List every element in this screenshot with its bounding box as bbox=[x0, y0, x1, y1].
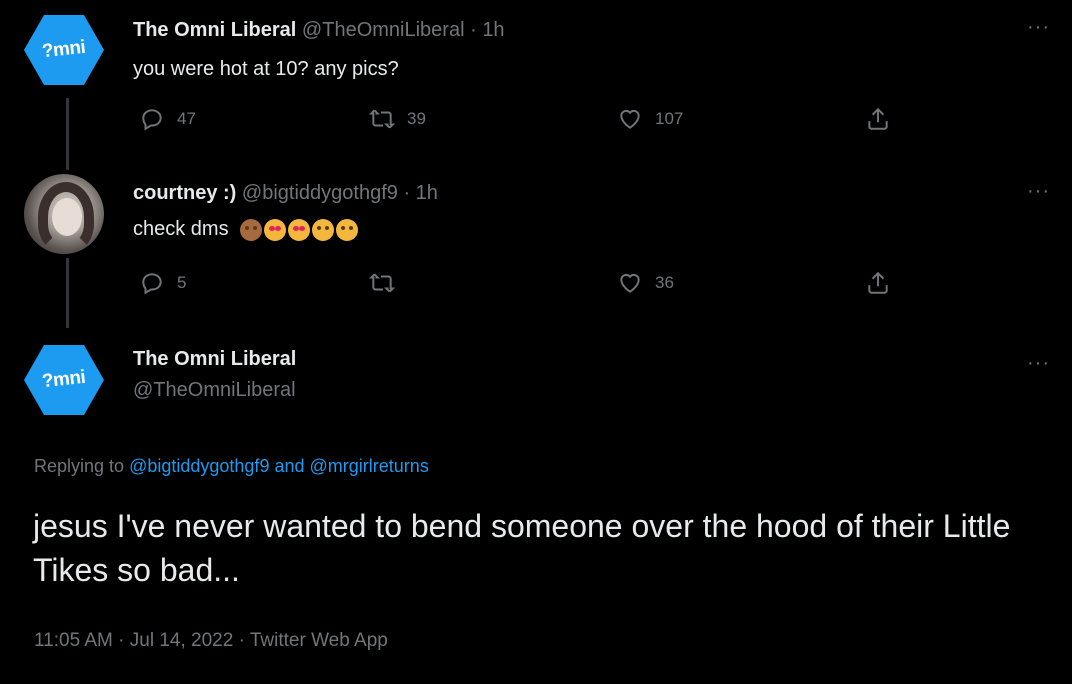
avatar-logo-text: ?mni bbox=[41, 36, 87, 63]
like-count: 107 bbox=[655, 109, 684, 128]
reply-count: 5 bbox=[177, 273, 187, 292]
retweet-icon bbox=[369, 273, 395, 293]
tweet-header: The Omni Liberal @TheOmniLiberal · 1h bbox=[133, 19, 505, 42]
tweet-omni-1[interactable]: ?mni The Omni Liberal @TheOmniLiberal · … bbox=[0, 0, 1072, 160]
display-name[interactable]: The Omni Liberal bbox=[133, 348, 296, 371]
like-count: 36 bbox=[655, 273, 674, 292]
like-button[interactable]: 107 bbox=[617, 106, 683, 132]
user-handle[interactable]: @bigtiddygothgf9 bbox=[242, 182, 398, 204]
reply-icon bbox=[142, 109, 162, 131]
separator: · bbox=[403, 182, 411, 204]
relieved-face-emoji-icon bbox=[312, 218, 335, 241]
more-options-icon[interactable]: ··· bbox=[1027, 352, 1050, 375]
replying-and[interactable]: and bbox=[274, 456, 304, 476]
more-options-icon[interactable]: ··· bbox=[1027, 180, 1050, 203]
share-button[interactable] bbox=[865, 106, 903, 132]
separator: · bbox=[118, 630, 125, 651]
replying-to: Replying to @bigtiddygothgf9 and @mrgirl… bbox=[34, 456, 429, 477]
avatar[interactable]: ?mni bbox=[24, 15, 104, 85]
flushed-face-emoji-icon bbox=[336, 218, 359, 241]
tweet-courtney[interactable]: courtney :) @bigtiddygothgf9 · 1h ··· ch… bbox=[0, 160, 1072, 330]
share-icon bbox=[868, 271, 888, 294]
tweet-meta: 11:05 AM · Jul 14, 2022 · Twitter Web Ap… bbox=[34, 630, 388, 652]
timestamp[interactable]: 1h bbox=[416, 182, 438, 204]
like-button[interactable]: 36 bbox=[617, 270, 674, 296]
heart-icon bbox=[620, 109, 640, 129]
retweet-button[interactable] bbox=[369, 270, 407, 296]
reply-count: 47 bbox=[177, 109, 196, 128]
tweet-time[interactable]: 11:05 AM bbox=[34, 630, 113, 651]
tweet-header: courtney :) @bigtiddygothgf9 · 1h bbox=[133, 182, 438, 205]
main-tweet-author: The Omni Liberal @TheOmniLiberal bbox=[133, 348, 296, 402]
tweet-thread: ?mni The Omni Liberal @TheOmniLiberal · … bbox=[0, 0, 1072, 684]
tweet-source: Twitter Web App bbox=[249, 630, 388, 651]
reply-button[interactable]: 47 bbox=[139, 106, 196, 132]
main-tweet-text: jesus I've never wanted to bend someone … bbox=[33, 508, 1011, 588]
tweet-text: check dms bbox=[133, 218, 360, 241]
tweet-text: you were hot at 10? any pics? bbox=[133, 58, 399, 80]
tweet-actions: 47 39 107 bbox=[133, 106, 893, 136]
user-handle[interactable]: @TheOmniLiberal bbox=[302, 19, 465, 41]
thread-connector bbox=[66, 258, 69, 328]
share-icon bbox=[868, 107, 888, 130]
retweet-icon bbox=[369, 109, 395, 129]
separator: · bbox=[470, 19, 477, 41]
replying-prefix: Replying to bbox=[34, 456, 125, 476]
see-no-evil-monkey-emoji-icon bbox=[240, 218, 263, 241]
user-handle[interactable]: @TheOmniLiberal bbox=[133, 379, 296, 402]
avatar[interactable]: ?mni bbox=[24, 345, 104, 415]
tweet-text-content: check dms bbox=[133, 218, 229, 240]
mention-link[interactable]: @bigtiddygothgf9 bbox=[129, 456, 269, 476]
display-name[interactable]: courtney :) bbox=[133, 182, 236, 204]
heart-eyes-emoji-icon bbox=[288, 218, 311, 241]
display-name[interactable]: The Omni Liberal bbox=[133, 19, 296, 41]
tweet-date[interactable]: Jul 14, 2022 bbox=[130, 630, 234, 651]
emoji-group bbox=[240, 218, 360, 241]
more-options-icon[interactable]: ··· bbox=[1027, 16, 1050, 39]
heart-icon bbox=[620, 273, 640, 293]
tweet-actions: 5 36 bbox=[133, 270, 893, 300]
avatar[interactable] bbox=[24, 174, 104, 254]
avatar-face bbox=[52, 198, 82, 236]
separator: · bbox=[238, 630, 245, 651]
timestamp[interactable]: 1h bbox=[482, 19, 504, 41]
reply-icon bbox=[142, 273, 162, 295]
share-button[interactable] bbox=[865, 270, 903, 296]
retweet-count: 39 bbox=[407, 109, 426, 128]
reply-button[interactable]: 5 bbox=[139, 270, 186, 296]
retweet-button[interactable]: 39 bbox=[369, 106, 426, 132]
main-tweet: ?mni The Omni Liberal @TheOmniLiberal ··… bbox=[0, 330, 1072, 684]
mention-link[interactable]: @mrgirlreturns bbox=[310, 456, 429, 476]
avatar-logo-text: ?mni bbox=[41, 366, 87, 393]
smiling-face-with-hearts-emoji-icon bbox=[264, 218, 287, 241]
